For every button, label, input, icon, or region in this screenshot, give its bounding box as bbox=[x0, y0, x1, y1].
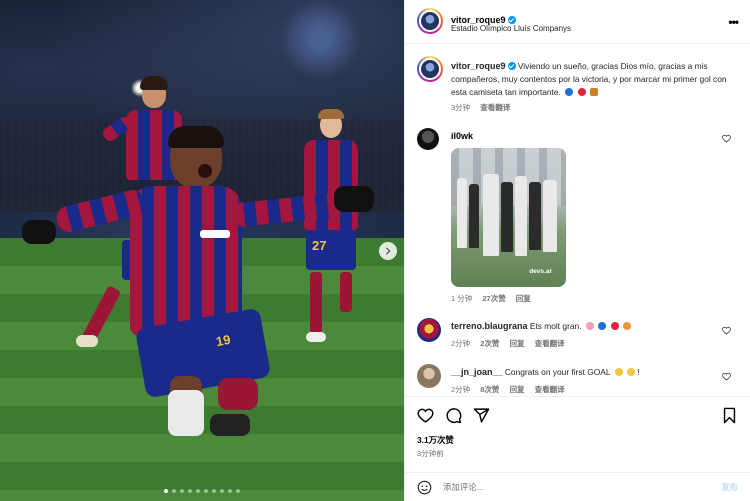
comment-reply-button[interactable]: 回复 bbox=[516, 294, 531, 303]
comment-translate-link[interactable]: 查看翻译 bbox=[535, 339, 565, 348]
carousel-dot[interactable] bbox=[236, 489, 240, 493]
post-comment-button[interactable]: 发布 bbox=[721, 481, 738, 493]
goat-emoji-icon bbox=[589, 88, 598, 96]
main-player: 19 bbox=[20, 126, 390, 448]
comment-text: Ets molt gran. bbox=[529, 321, 582, 331]
emoji-icon[interactable] bbox=[417, 480, 432, 495]
comment-time: 2分钟 bbox=[451, 339, 471, 348]
author-avatar[interactable] bbox=[417, 8, 443, 34]
chevron-right-icon bbox=[385, 247, 391, 255]
carousel-dot[interactable] bbox=[188, 489, 192, 493]
carousel-dot[interactable] bbox=[220, 489, 224, 493]
blue-heart-emoji-icon bbox=[598, 322, 607, 330]
heart-icon[interactable] bbox=[722, 326, 731, 335]
post-caption: vitor_roque9 Viviendo un sueño, gracias … bbox=[451, 60, 737, 114]
red-heart-emoji-icon bbox=[577, 88, 586, 96]
commenter-username[interactable]: __jn_joan__ bbox=[451, 367, 503, 377]
share-icon[interactable] bbox=[473, 407, 490, 424]
commenter-username[interactable]: terreno.blaugrana bbox=[451, 321, 528, 331]
comment-meta: 1 分钟 27次赞 回复 bbox=[451, 293, 539, 304]
commenter-avatar[interactable] bbox=[417, 128, 439, 150]
player-shirt-number: 19 bbox=[214, 331, 232, 350]
heart-icon[interactable] bbox=[722, 134, 731, 143]
heart-eyes-emoji-icon bbox=[585, 322, 594, 330]
comment-time: 1 分钟 bbox=[451, 294, 473, 303]
carousel-dots bbox=[0, 489, 404, 493]
comment-time: 2分钟 bbox=[451, 385, 471, 394]
verified-icon bbox=[507, 62, 516, 70]
carousel-dot[interactable] bbox=[228, 489, 232, 493]
commenter-username[interactable]: il0wk bbox=[451, 131, 473, 141]
carousel-dot[interactable] bbox=[204, 489, 208, 493]
carousel-dot[interactable] bbox=[212, 489, 216, 493]
comment-reply-button[interactable]: 回复 bbox=[510, 339, 525, 348]
like-count[interactable]: 3.1万次赞 bbox=[417, 434, 454, 446]
blue-heart-emoji-icon bbox=[565, 88, 574, 96]
comment-icon[interactable] bbox=[445, 407, 462, 424]
post-panel: vitor_roque9 Estadio Olímpico Lluís Comp… bbox=[404, 0, 750, 501]
verified-icon bbox=[507, 16, 516, 24]
action-bar bbox=[405, 396, 750, 434]
lion-emoji-icon bbox=[622, 322, 631, 330]
carousel-next-button[interactable] bbox=[379, 242, 397, 260]
clap-emoji-icon bbox=[626, 368, 635, 376]
commenter-avatar[interactable] bbox=[417, 318, 441, 342]
bookmark-icon[interactable] bbox=[721, 407, 738, 424]
caption-translate-link[interactable]: 查看翻译 bbox=[480, 103, 510, 112]
heart-icon[interactable] bbox=[417, 407, 434, 424]
add-comment-bar: 发布 bbox=[405, 472, 750, 501]
red-heart-emoji-icon bbox=[610, 322, 619, 330]
comment-likes[interactable]: 27次赞 bbox=[482, 294, 505, 303]
commenter-avatar[interactable] bbox=[417, 364, 441, 388]
carousel-dot[interactable] bbox=[196, 489, 200, 493]
carousel-dot[interactable] bbox=[180, 489, 184, 493]
carousel-dot[interactable] bbox=[172, 489, 176, 493]
comment-video-thumbnail[interactable]: devs.ar bbox=[451, 148, 566, 287]
caption-time: 3分钟 bbox=[451, 103, 471, 112]
post-header: vitor_roque9 Estadio Olímpico Lluís Comp… bbox=[405, 0, 750, 44]
video-watermark: devs.ar bbox=[529, 268, 552, 275]
carousel-dot[interactable] bbox=[164, 489, 168, 493]
comment-likes[interactable]: 2次赞 bbox=[480, 339, 499, 348]
more-icon[interactable]: ••• bbox=[728, 15, 739, 29]
post-location[interactable]: Estadio Olímpico Lluís Companys bbox=[451, 24, 571, 33]
heart-icon[interactable] bbox=[722, 372, 731, 381]
caption-avatar[interactable] bbox=[417, 56, 443, 82]
comment-translate-link[interactable]: 查看翻译 bbox=[535, 385, 565, 394]
post-date: 3分钟前 bbox=[417, 449, 444, 458]
clap-emoji-icon bbox=[614, 368, 623, 376]
caption-username[interactable]: vitor_roque9 bbox=[451, 61, 506, 71]
comment-text: Congrats on your first GOAL bbox=[504, 367, 611, 377]
comment-likes[interactable]: 8次赞 bbox=[480, 385, 499, 394]
comment-input[interactable] bbox=[443, 478, 693, 496]
comment-reply-button[interactable]: 回复 bbox=[510, 385, 525, 394]
post-media[interactable]: 2 27 19 bbox=[0, 0, 404, 501]
